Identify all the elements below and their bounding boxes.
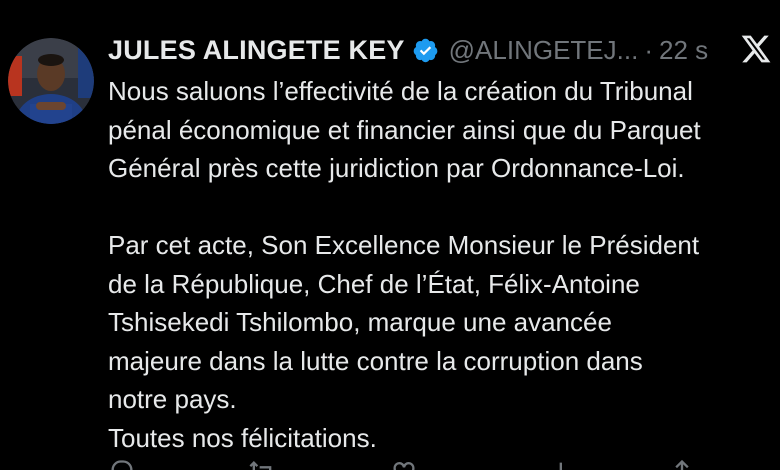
tweet-text-line: majeure dans la lutte contre la corrupti…	[108, 345, 643, 376]
tweet-text-line: de la République, Chef de l’État, Félix-…	[108, 268, 640, 299]
x-logo-icon	[740, 34, 772, 64]
tweet-text-line: Nous saluons l’effectivité de la créatio…	[108, 76, 693, 106]
retweet-icon[interactable]	[248, 458, 276, 470]
tweet-actions	[108, 458, 708, 470]
tweet-text: Nous saluons l’effectivité de la créatio…	[108, 72, 778, 457]
tweet-text-line: notre pays.	[108, 384, 237, 414]
tweet-text-line: Général près cette juridiction par Ordon…	[108, 153, 685, 183]
share-icon[interactable]	[668, 458, 696, 470]
like-icon[interactable]	[390, 458, 418, 470]
tweet-text-line: Tshisekedi Tshilombo, marque une avancée	[108, 307, 612, 337]
separator-dot: ·	[644, 34, 653, 65]
tweet-text-line: Toutes nos félicitations.	[108, 422, 377, 453]
tweet-header: JULES ALINGETE KEY @ALINGETEJ... · 22 s	[108, 28, 708, 72]
author-name[interactable]: JULES ALINGETE KEY	[108, 35, 405, 66]
author-handle[interactable]: @ALINGETEJ...	[449, 35, 639, 66]
tweet-card: JULES ALINGETE KEY @ALINGETEJ... · 22 s …	[0, 0, 780, 470]
timestamp[interactable]: 22 s	[659, 35, 708, 66]
tweet-text-line: pénal économique et financier ainsi que …	[108, 114, 701, 145]
tweet-text-line: Par cet acte, Son Excellence Monsieur le…	[108, 230, 700, 260]
verified-badge-icon	[412, 37, 439, 64]
views-icon[interactable]	[548, 458, 576, 470]
avatar[interactable]	[8, 38, 94, 124]
reply-icon[interactable]	[108, 458, 136, 470]
